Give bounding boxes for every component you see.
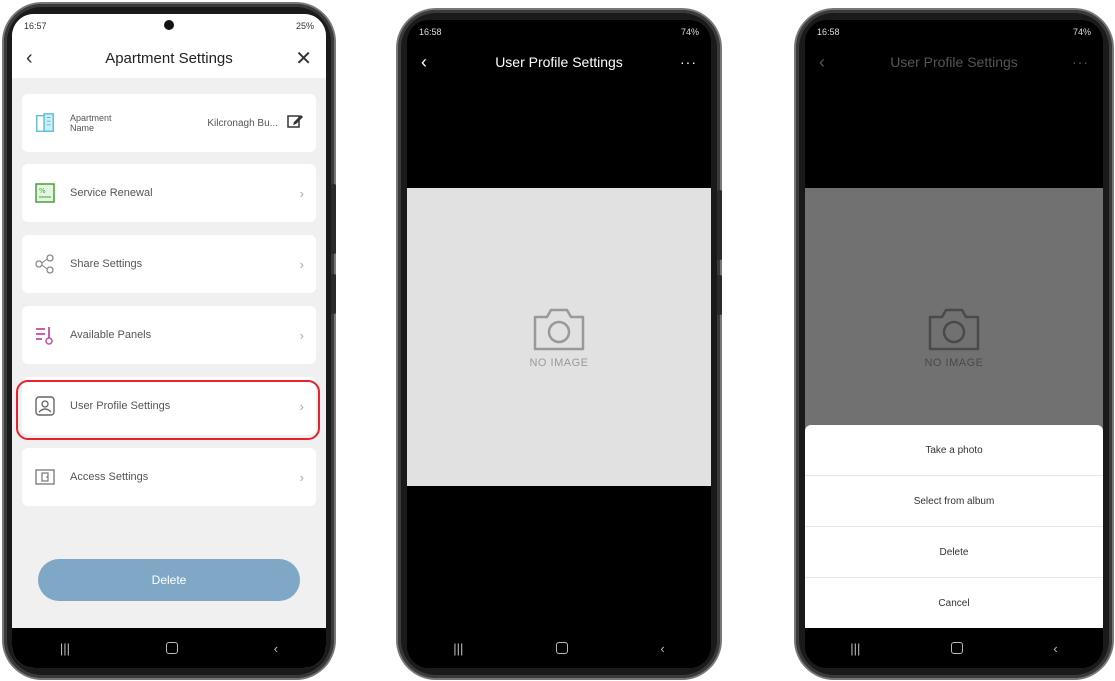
screen-apartment-settings: 16:57 25% ‹ Apartment Settings ✕ Apartme… [12,14,326,668]
chevron-right-icon: › [299,185,304,201]
side-button [331,274,336,314]
cancel-option[interactable]: Cancel [805,578,1103,628]
access-icon [34,466,56,488]
status-icons: 25% [295,21,314,31]
delete-button[interactable]: Delete [38,559,300,601]
recent-apps-icon[interactable]: ||| [60,641,70,656]
home-icon[interactable] [950,642,963,654]
system-nav-bar: ||| ‹ [407,628,711,668]
chevron-right-icon: › [299,327,304,343]
more-options-icon[interactable]: ··· [680,54,697,70]
screen-user-profile: 16:58 74% ‹ User Profile Settings ··· NO… [407,20,711,668]
home-icon[interactable] [555,642,568,654]
available-panels-row[interactable]: Available Panels › [22,306,316,364]
status-bar: 16:58 74% [805,20,1103,44]
highlight-box [16,380,320,440]
camera-icon [533,308,585,351]
status-icons: 74% [680,27,699,37]
status-bar: 16:58 74% [407,20,711,44]
renewal-icon: % [34,182,56,204]
row-label: Available Panels [70,329,152,341]
close-icon[interactable]: ✕ [295,46,312,71]
status-time: 16:57 [24,21,47,31]
phone-frame-2: 16:58 74% ‹ User Profile Settings ··· NO… [398,10,722,678]
status-time: 16:58 [817,27,840,37]
chevron-right-icon: › [299,256,304,272]
screen-photo-options: 16:58 74% ‹ User Profile Settings ··· NO… [805,20,1103,668]
system-back-icon[interactable]: ‹ [274,641,278,656]
panels-icon [34,324,56,346]
row-label: Apartment Name [70,113,112,133]
system-back-icon[interactable]: ‹ [660,641,664,656]
phone-frame-1: 16:57 25% ‹ Apartment Settings ✕ Apartme… [4,4,336,678]
back-icon[interactable]: ‹ [421,52,427,73]
edit-icon[interactable] [286,112,304,135]
app-header: ‹ User Profile Settings ··· [407,44,711,80]
svg-text:%: % [39,187,46,195]
page-title: Apartment Settings [105,49,233,67]
row-label: Share Settings [70,258,143,270]
page-title: User Profile Settings [890,54,1018,70]
apartment-name-row[interactable]: Apartment Name Kilcronagh Bu... [22,94,316,152]
app-header: ‹ User Profile Settings ··· [805,44,1103,80]
more-options-icon[interactable]: ··· [1072,54,1089,70]
status-time: 16:58 [419,27,442,37]
share-settings-row[interactable]: Share Settings › [22,235,316,293]
front-camera [164,20,174,30]
phone-frame-3: 16:58 74% ‹ User Profile Settings ··· NO… [796,10,1112,678]
camera-icon [928,308,980,351]
system-nav-bar: ||| ‹ [12,628,326,668]
building-icon [34,112,56,134]
back-icon[interactable]: ‹ [26,47,33,70]
share-icon [34,253,56,275]
apartment-name-value: Kilcronagh Bu... [207,117,278,129]
home-icon[interactable] [165,642,178,654]
side-button [717,190,722,260]
chevron-right-icon: › [299,469,304,485]
take-photo-option[interactable]: Take a photo [805,425,1103,476]
recent-apps-icon[interactable]: ||| [850,641,860,656]
service-renewal-row[interactable]: % Service Renewal › [22,164,316,222]
system-back-icon[interactable]: ‹ [1053,641,1057,656]
no-image-label: NO IMAGE [529,357,589,369]
side-button [717,275,722,315]
row-label: Access Settings [70,471,149,483]
page-title: User Profile Settings [495,54,623,70]
select-from-album-option[interactable]: Select from album [805,476,1103,527]
status-icons: 74% [1072,27,1091,37]
recent-apps-icon[interactable]: ||| [453,641,463,656]
no-image-label: NO IMAGE [924,357,984,369]
app-header: ‹ Apartment Settings ✕ [12,38,326,78]
delete-photo-option[interactable]: Delete [805,527,1103,578]
access-settings-row[interactable]: Access Settings › [22,448,316,506]
side-button [331,184,336,254]
back-icon[interactable]: ‹ [819,52,825,73]
photo-options-sheet: Take a photo Select from album Delete Ca… [805,425,1103,628]
system-nav-bar: ||| ‹ [805,628,1103,668]
row-label: Service Renewal [70,187,153,199]
profile-image-placeholder[interactable]: NO IMAGE [407,188,711,486]
